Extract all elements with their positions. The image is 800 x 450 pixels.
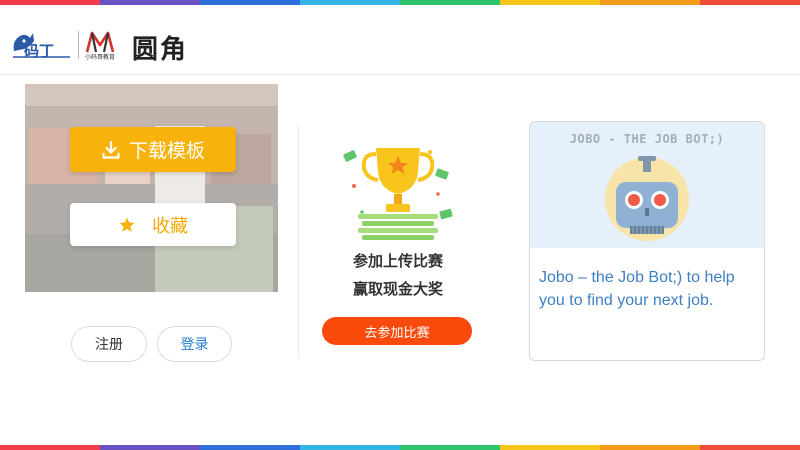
jobo-card[interactable]: JOBO - THE JOB BOT;) Jobo – the Job Bot;… [529, 121, 765, 361]
trophy-icon [343, 148, 453, 240]
header: 码丁 小码哥教育 圆角 [0, 5, 800, 75]
mading-logo-icon: 码丁 [13, 33, 70, 60]
contest-line-1: 参加上传比赛 [352, 252, 443, 270]
favorite-button[interactable]: 收藏 [70, 203, 236, 246]
page-title: 圆角 [132, 35, 189, 65]
download-icon [101, 140, 121, 160]
card-header: JOBO - THE JOB BOT;) [530, 122, 764, 248]
join-contest-button[interactable]: 去参加比赛 [322, 317, 472, 345]
favorite-label: 收藏 [152, 215, 188, 237]
site-logo[interactable]: 码丁 小码哥教育 [10, 27, 115, 63]
color-segment [0, 445, 100, 450]
bottom-color-bar [0, 445, 800, 450]
column-divider [298, 125, 299, 357]
color-segment [700, 445, 800, 450]
contest-line-2: 赢取现金大奖 [352, 280, 443, 298]
register-button[interactable]: 注册 [71, 326, 147, 362]
color-segment [200, 445, 300, 450]
color-segment [500, 445, 600, 450]
download-template-label: 下载模板 [128, 140, 205, 162]
m-brand-icon [85, 31, 115, 52]
login-button[interactable]: 登录 [157, 326, 232, 362]
download-template-button[interactable]: 下载模板 [70, 127, 236, 172]
card-title: JOBO - THE JOB BOT;) [569, 132, 725, 146]
star-icon [118, 216, 136, 234]
logo-separator [78, 31, 79, 59]
color-segment [100, 445, 200, 450]
template-preview [25, 84, 278, 292]
color-segment [300, 445, 400, 450]
preview-overlay [25, 84, 278, 292]
logo-caption: 小码哥教育 [85, 53, 116, 61]
color-segment [600, 445, 700, 450]
robot-icon [605, 156, 689, 241]
color-segment [400, 445, 500, 450]
card-description: Jobo – the Job Bot;) to help you to find… [539, 269, 735, 309]
